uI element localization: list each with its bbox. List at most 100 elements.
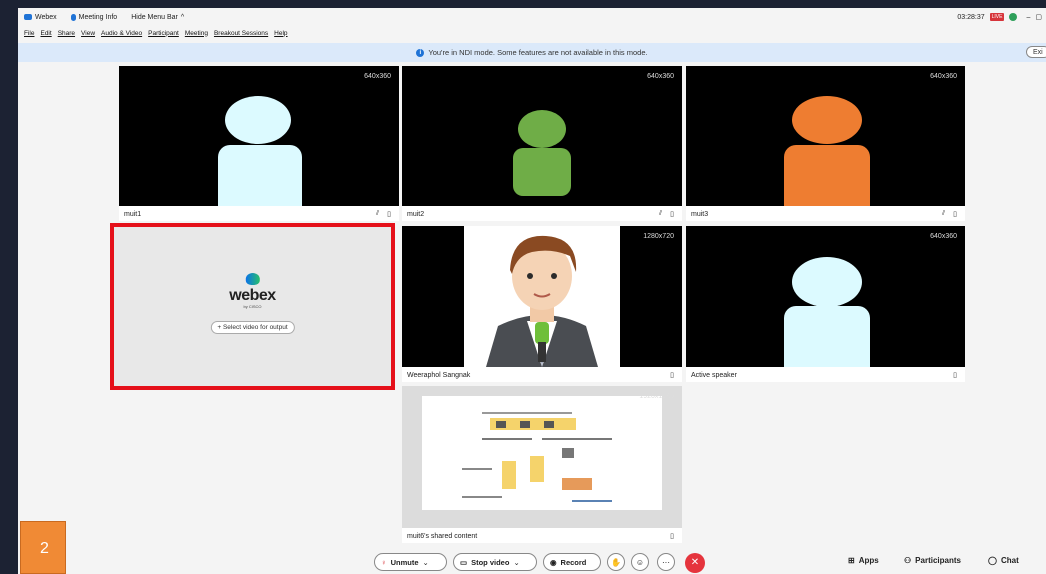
record-icon: ◉ bbox=[550, 557, 557, 567]
chevron-up-icon: ^ bbox=[180, 13, 185, 21]
unmute-button[interactable]: ♀ Unmute ⌄ bbox=[374, 553, 447, 571]
minimize-button[interactable]: – bbox=[1026, 14, 1030, 21]
record-button[interactable]: ◉ Record bbox=[543, 553, 601, 571]
restore-button[interactable]: ▢ bbox=[1035, 13, 1042, 21]
tile-footer: muit6's shared content ▯ bbox=[402, 529, 682, 543]
video-area: 640x360 bbox=[686, 226, 965, 367]
title-bar: Webex Meeting Info Hide Menu Bar ^ 03:28:… bbox=[18, 8, 1046, 26]
leave-meeting-button[interactable]: ✕ bbox=[685, 553, 705, 573]
participant-name: Active speaker bbox=[691, 371, 737, 379]
webex-logo: webex by CISCO bbox=[229, 273, 276, 309]
hand-icon: ✋ bbox=[611, 558, 621, 567]
video-area: 640x360 bbox=[686, 66, 965, 206]
video-tile-muit3[interactable]: 640x360 muit3 ⫽ ▯ bbox=[686, 66, 965, 221]
video-tile-muit1[interactable]: 640x360 muit1 ⫽ ▯ bbox=[119, 66, 399, 221]
reactions-button[interactable]: ☺ bbox=[631, 553, 649, 571]
video-area: 640x360 bbox=[402, 66, 682, 206]
avatar-body bbox=[784, 306, 870, 367]
tile-footer: muit1 ⫽ ▯ bbox=[119, 207, 399, 221]
tile-footer: muit2 ⫽ ▯ bbox=[402, 207, 682, 221]
select-video-for-output-button[interactable]: + Select video for output bbox=[210, 321, 295, 334]
menu-view[interactable]: View bbox=[81, 30, 95, 37]
trash-icon[interactable]: ▯ bbox=[670, 210, 674, 218]
avatar-body bbox=[513, 148, 571, 196]
participant-name: Weeraphol Sangnak bbox=[407, 371, 471, 379]
video-area: 1920x1080 bbox=[402, 386, 682, 528]
emoji-icon: ☺ bbox=[635, 558, 645, 567]
output-select-tile[interactable]: webex by CISCO + Select video for output bbox=[110, 223, 395, 390]
camera-icon: ▭ bbox=[460, 557, 468, 567]
close-icon: ✕ bbox=[690, 557, 700, 568]
app-name: Webex bbox=[24, 14, 57, 21]
meeting-info-button[interactable]: Meeting Info bbox=[70, 13, 117, 21]
chevron-down-icon[interactable]: ⌄ bbox=[423, 558, 429, 567]
tile-footer: Active speaker ▯ bbox=[686, 368, 965, 382]
stop-video-button[interactable]: ▭ Stop video ⌄ bbox=[453, 553, 537, 571]
menu-share[interactable]: Share bbox=[58, 30, 75, 37]
more-options-button[interactable]: ··· bbox=[657, 553, 675, 571]
resolution-label: 1280x720 bbox=[643, 233, 674, 240]
chat-icon: ◯ bbox=[988, 556, 997, 565]
video-tile-weeraphol-sangnak[interactable]: 1280x720 Weeraphol Sangnak ▯ bbox=[402, 226, 682, 382]
video-tile-muit2[interactable]: 640x360 muit2 ⫽ ▯ bbox=[402, 66, 682, 221]
avatar-body bbox=[218, 145, 302, 206]
menu-breakout-sessions[interactable]: Breakout Sessions bbox=[214, 30, 268, 37]
shared-content-tile[interactable]: 1920x1080 muit6's shared content ▯ bbox=[402, 386, 682, 543]
pin-icon[interactable]: ⫽ bbox=[942, 210, 945, 218]
participant-name: muit6's shared content bbox=[407, 532, 478, 540]
shield-icon bbox=[70, 13, 76, 21]
tile-footer: muit3 ⫽ ▯ bbox=[686, 207, 965, 221]
resolution-label: 640x360 bbox=[930, 73, 957, 80]
tile-footer: Weeraphol Sangnak ▯ bbox=[402, 368, 682, 382]
info-icon: i bbox=[416, 48, 425, 57]
avatar-head bbox=[518, 110, 566, 148]
menu-help[interactable]: Help bbox=[274, 30, 287, 37]
presenter-image bbox=[464, 226, 620, 367]
page-number-badge: 2 bbox=[20, 521, 66, 574]
trash-icon[interactable]: ▯ bbox=[953, 371, 957, 379]
pin-icon[interactable]: ⫽ bbox=[376, 210, 379, 218]
menu-bar: File Edit Share View Audio & Video Parti… bbox=[18, 26, 288, 40]
apps-icon: ⊞ bbox=[848, 556, 855, 565]
shared-slide bbox=[422, 396, 662, 510]
resolution-label: 1920x1080 bbox=[639, 393, 674, 400]
avatar-head bbox=[792, 257, 862, 307]
trash-icon[interactable]: ▯ bbox=[670, 371, 674, 379]
video-area: 1280x720 bbox=[402, 226, 682, 367]
participant-name: muit3 bbox=[691, 210, 709, 218]
menu-participant[interactable]: Participant bbox=[148, 30, 179, 37]
menu-audio-video[interactable]: Audio & Video bbox=[101, 30, 142, 37]
avatar-head bbox=[792, 96, 862, 144]
chat-button[interactable]: ◯ Chat bbox=[988, 556, 1019, 565]
participants-button[interactable]: ⚇ Participants bbox=[904, 556, 961, 565]
webex-window: Webex Meeting Info Hide Menu Bar ^ 03:28:… bbox=[18, 8, 1046, 574]
menu-file[interactable]: File bbox=[24, 30, 34, 37]
webex-logo-icon bbox=[245, 273, 260, 285]
participants-icon: ⚇ bbox=[904, 556, 912, 565]
pin-icon[interactable]: ⫽ bbox=[659, 210, 662, 218]
webex-icon bbox=[24, 14, 32, 20]
banner-text: You're in NDI mode. Some features are no… bbox=[428, 48, 648, 57]
trash-icon[interactable]: ▯ bbox=[670, 532, 674, 540]
more-icon: ··· bbox=[662, 558, 670, 567]
exit-button[interactable]: Exi bbox=[1026, 46, 1046, 58]
hide-menu-bar-button[interactable]: Hide Menu Bar ^ bbox=[131, 14, 184, 21]
raise-hand-button[interactable]: ✋ bbox=[607, 553, 625, 571]
video-area: 640x360 bbox=[119, 66, 399, 206]
meeting-time: 03:28:37 bbox=[957, 13, 985, 21]
participant-name: muit2 bbox=[407, 210, 425, 218]
ndi-mode-banner: i You're in NDI mode. Some features are … bbox=[18, 43, 1046, 62]
trash-icon[interactable]: ▯ bbox=[953, 210, 957, 218]
microphone-muted-icon: ♀ bbox=[381, 557, 387, 567]
video-tile-active-speaker[interactable]: 640x360 Active speaker ▯ bbox=[686, 226, 965, 382]
live-badge: LIVE bbox=[989, 13, 1005, 21]
connection-status-icon bbox=[1009, 13, 1018, 21]
menu-edit[interactable]: Edit bbox=[40, 30, 51, 37]
avatar-head bbox=[225, 96, 291, 144]
avatar-body bbox=[784, 145, 870, 206]
trash-icon[interactable]: ▯ bbox=[387, 210, 391, 218]
participant-name: muit1 bbox=[124, 210, 142, 218]
menu-meeting[interactable]: Meeting bbox=[185, 30, 208, 37]
apps-button[interactable]: ⊞ Apps bbox=[848, 556, 879, 565]
chevron-down-icon[interactable]: ⌄ bbox=[513, 558, 519, 567]
